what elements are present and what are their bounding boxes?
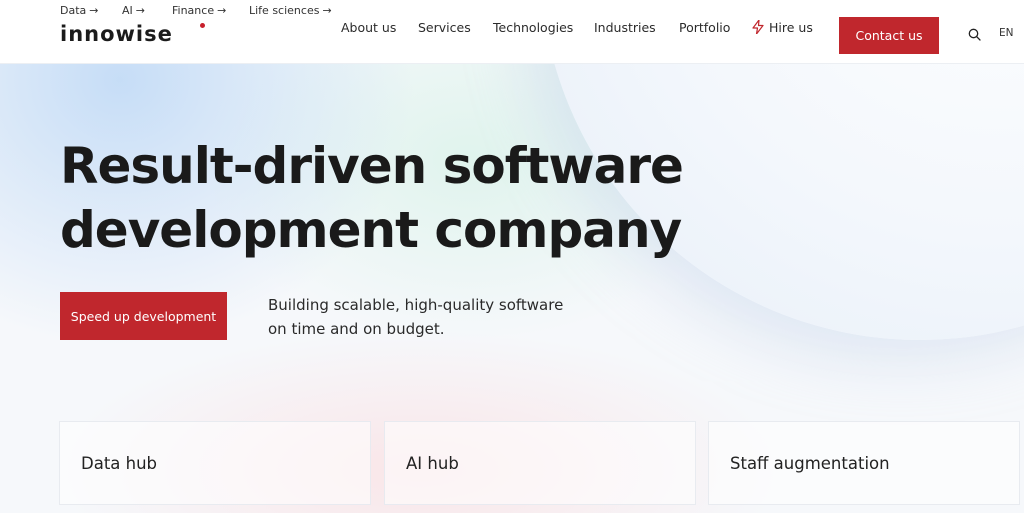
arrow-right-icon: → (135, 4, 145, 17)
hub-link-data[interactable]: Data → (60, 4, 122, 17)
nav-item-services[interactable]: Services (418, 20, 471, 35)
site-header: Data → AI → Finance → Life sciences → in… (0, 0, 1024, 64)
hub-link-finance[interactable]: Finance → (172, 4, 249, 17)
search-icon[interactable] (968, 28, 981, 41)
hero-title: Result-driven software development compa… (60, 134, 760, 262)
lightning-icon (752, 20, 764, 34)
hero-subtitle-line: on time and on budget. (268, 320, 445, 338)
hub-link-life-sciences[interactable]: Life sciences → (249, 4, 332, 17)
logo[interactable]: innowise (60, 22, 173, 46)
hero-subtitle: Building scalable, high-quality software… (268, 293, 598, 341)
speed-up-development-button[interactable]: Speed up development (60, 292, 227, 340)
logo-dot (200, 23, 205, 28)
nav-item-industries[interactable]: Industries (594, 20, 656, 35)
arrow-right-icon: → (217, 4, 227, 17)
card-data-hub[interactable]: Data hub (59, 421, 371, 505)
hero-title-line: development company (60, 201, 682, 259)
arrow-right-icon: → (89, 4, 99, 17)
nav-item-about-us[interactable]: About us (341, 20, 396, 35)
language-selector[interactable]: EN (999, 27, 1014, 39)
hub-link-label: Finance (172, 4, 215, 17)
card-staff-augmentation[interactable]: Staff augmentation (708, 421, 1020, 505)
hire-us-label: Hire us (769, 19, 813, 35)
contact-us-button[interactable]: Contact us (839, 17, 939, 54)
card-ai-hub[interactable]: AI hub (384, 421, 696, 505)
hero-title-line: Result-driven software (60, 137, 684, 195)
hub-link-label: AI (122, 4, 133, 17)
hero-subtitle-line: Building scalable, high-quality software (268, 296, 564, 314)
nav-item-hire-us[interactable]: Hire us (752, 20, 813, 35)
nav-item-portfolio[interactable]: Portfolio (679, 20, 730, 35)
nav-item-technologies[interactable]: Technologies (493, 20, 573, 35)
hub-link-label: Data (60, 4, 87, 17)
hub-link-ai[interactable]: AI → (122, 4, 172, 17)
arrow-right-icon: → (322, 4, 332, 17)
hub-link-label: Life sciences (249, 4, 320, 17)
hub-links: Data → AI → Finance → Life sciences → (60, 4, 332, 17)
